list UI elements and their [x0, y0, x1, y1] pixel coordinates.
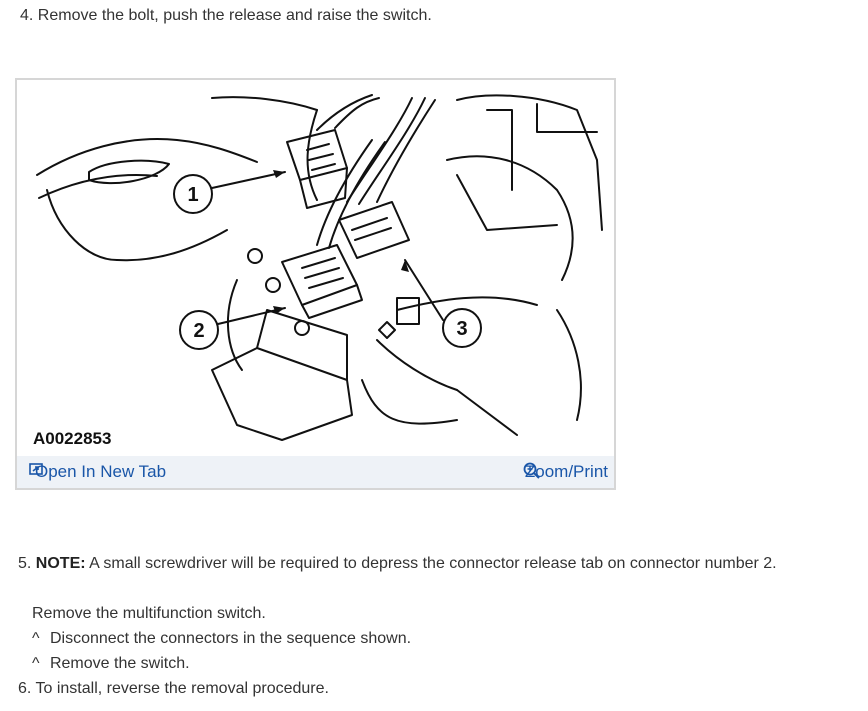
bullet-text: Disconnect the connectors in the sequenc… [49, 630, 412, 647]
switch-connector-illustration: 1 2 3 [36, 94, 603, 441]
step-6: 6. To install, reverse the removal proce… [18, 680, 329, 698]
step-4-text: Remove the bolt, push the release and ra… [37, 7, 432, 24]
figure-id: A0022853 [33, 429, 112, 448]
step-5-subheading: Remove the multifunction switch. [32, 605, 266, 623]
note-label: NOTE: [35, 555, 86, 572]
bullet-item: ^ Disconnect the connectors in the seque… [32, 630, 411, 648]
step-5: 5. NOTE: A small screwdriver will be req… [18, 555, 777, 573]
figure-toolbar: Open In New Tab Zoom/Print [17, 456, 614, 488]
bullet-item: ^ Remove the switch. [32, 655, 190, 673]
open-in-new-tab-label: Open In New Tab [35, 462, 167, 481]
callout-1: 1 [187, 184, 198, 206]
open-in-new-tab-link[interactable]: Open In New Tab [29, 462, 166, 482]
step-4-number: 4. [20, 7, 34, 24]
note-text: A small screwdriver will be required to … [89, 555, 777, 572]
bullet-marker: ^ [32, 655, 40, 672]
callout-2: 2 [193, 320, 204, 342]
callout-3: 3 [456, 318, 467, 340]
zoom-print-link[interactable]: Zoom/Print [523, 462, 608, 482]
step-4: 4. Remove the bolt, push the release and… [20, 7, 432, 25]
step-6-number: 6. [18, 680, 32, 697]
step-6-text: To install, reverse the removal procedur… [35, 680, 329, 697]
figure-panel: 1 2 3 A0022853 Open In New Tab Zoom/Prin… [15, 78, 616, 490]
bullet-marker: ^ [32, 630, 40, 647]
step-5-number: 5. [18, 555, 32, 572]
sub-heading-text: Remove the multifunction switch. [32, 605, 266, 622]
bullet-text: Remove the switch. [49, 655, 190, 672]
